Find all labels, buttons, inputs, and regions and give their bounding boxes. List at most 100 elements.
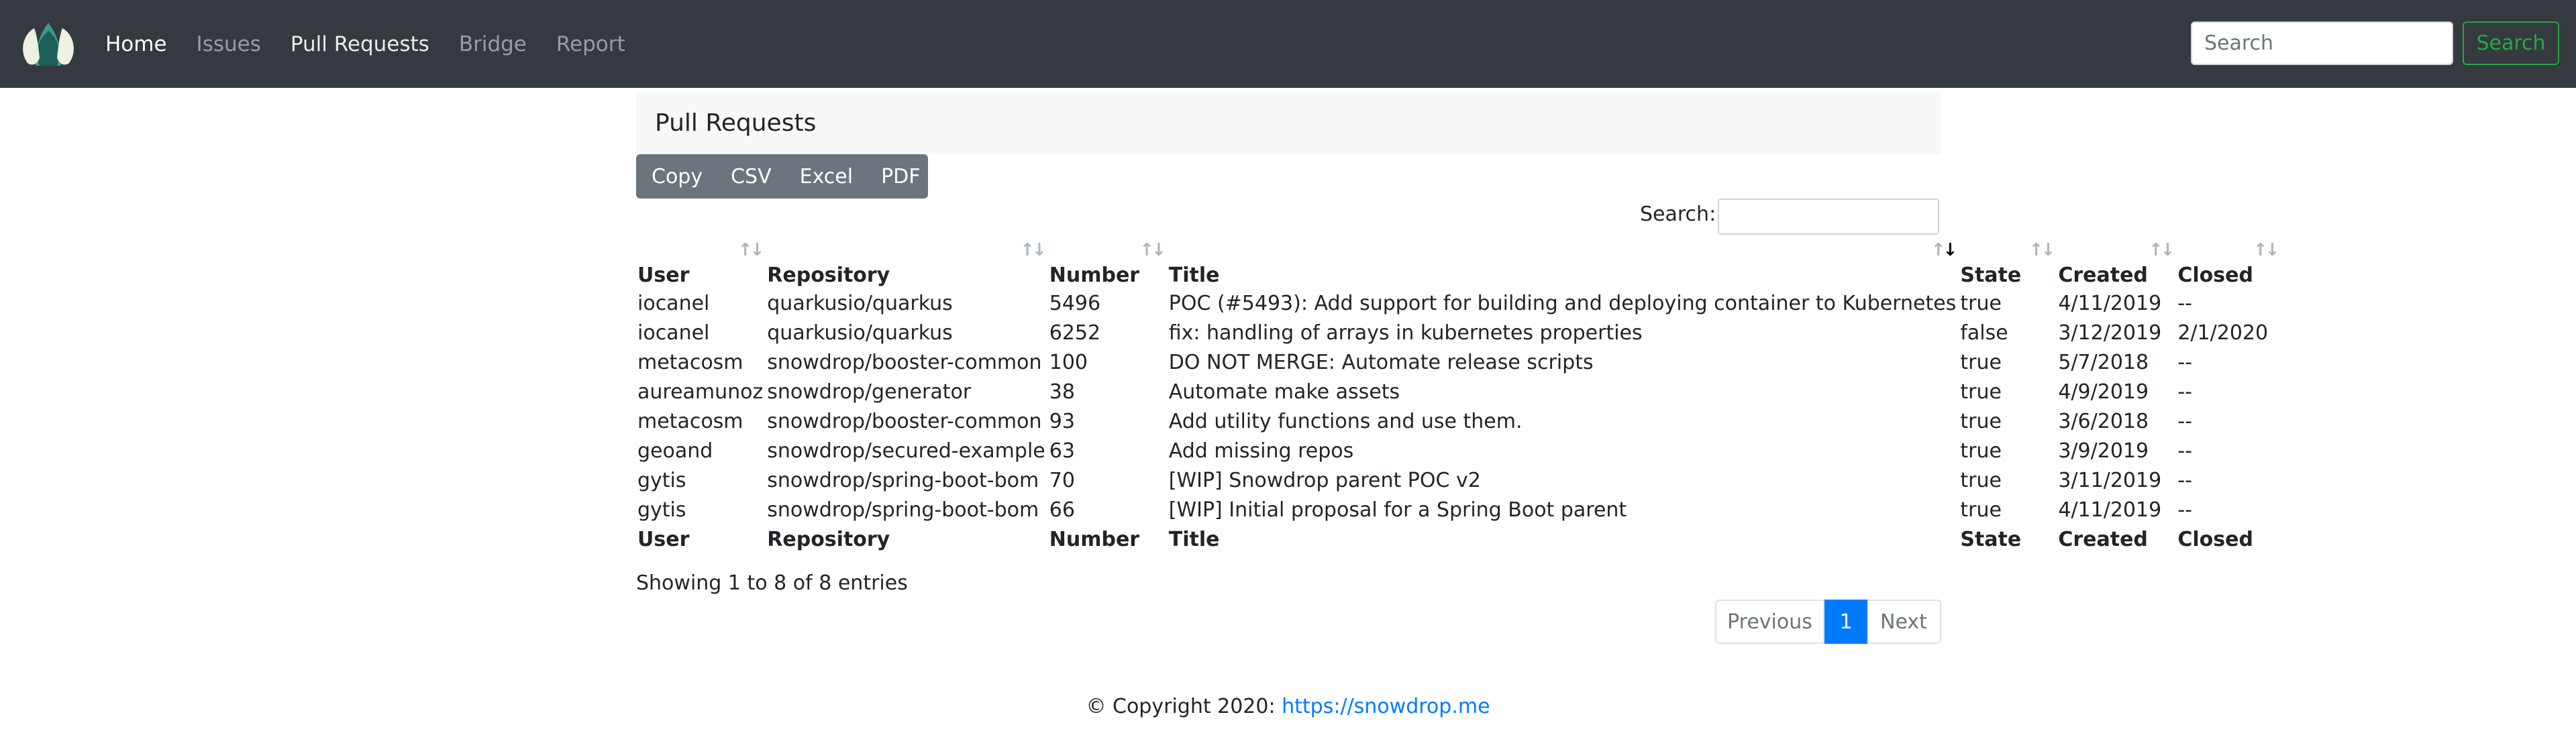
table-row: iocanel quarkusio/quarkus 6252 fix: handlin… <box>636 318 2281 347</box>
cell-title: POC (#5493): Add support for building an… <box>1168 291 1957 315</box>
cell-number: 63 <box>1049 439 1075 463</box>
cell-closed: -- <box>2177 380 2192 404</box>
cell-title: Add missing repos <box>1168 439 1354 463</box>
cell-title: [WIP] Initial proposal for a Spring Boot… <box>1168 498 1627 522</box>
cell-created: 3/9/2019 <box>2058 439 2149 463</box>
cell-repository: snowdrop/spring-boot-bom <box>767 498 1039 522</box>
table-row: metacosm snowdrop/booster-common 100 DO NOT… <box>636 347 2281 377</box>
cell-number: 93 <box>1049 409 1075 433</box>
column-header-repository[interactable]: Repository ↑↓ <box>766 240 1047 288</box>
nav-bridge[interactable]: Bridge <box>459 32 527 56</box>
nav-search-input[interactable] <box>2191 21 2453 65</box>
cell-user: gytis <box>637 468 686 492</box>
table-row: aureamunoz snowdrop/generator 38 Automate m… <box>636 377 2281 406</box>
column-header-state[interactable]: State ↑↓ <box>1959 240 2057 288</box>
column-header-number[interactable]: Number ↑↓ <box>1048 240 1168 288</box>
cell-number: 66 <box>1049 498 1075 522</box>
cell-title: Automate make assets <box>1168 380 1400 404</box>
snowdrop-logo-icon[interactable] <box>18 20 79 68</box>
cell-closed: -- <box>2177 409 2192 433</box>
sort-icon: ↑↓ <box>2148 240 2175 260</box>
table-row: gytis snowdrop/spring-boot-bom 70 [WIP] Sno… <box>636 465 2281 495</box>
cell-repository: quarkusio/quarkus <box>767 321 953 345</box>
column-footer-repository: Repository <box>767 527 890 551</box>
table-info: Showing 1 to 8 of 8 entries <box>636 571 908 595</box>
copyright-text: © Copyright 2020: <box>1086 695 1282 718</box>
nav-search-button[interactable]: Search <box>2463 21 2559 65</box>
column-header-label: Number <box>1049 264 1140 287</box>
excel-button[interactable]: Excel <box>800 165 853 188</box>
column-header-label: Repository <box>767 264 890 287</box>
cell-title: fix: handling of arrays in kubernetes pr… <box>1168 321 1643 345</box>
footer-link[interactable]: https://snowdrop.me <box>1282 695 1490 718</box>
table-search-input[interactable] <box>1718 199 1939 235</box>
cell-created: 3/12/2019 <box>2058 321 2162 345</box>
cell-user: iocanel <box>637 321 710 345</box>
cell-user: metacosm <box>637 350 743 374</box>
column-header-title[interactable]: Title ↑↓ <box>1168 240 1959 288</box>
cell-number: 100 <box>1049 350 1088 374</box>
cell-state: true <box>1960 380 2002 404</box>
cell-created: 5/7/2018 <box>2058 350 2149 374</box>
sort-icon: ↑↓ <box>1139 240 1166 260</box>
page-1-button[interactable]: 1 <box>1824 600 1867 644</box>
pdf-button[interactable]: PDF <box>881 165 920 188</box>
cell-created: 4/11/2019 <box>2058 291 2162 315</box>
nav-links: Home Issues Pull Requests Bridge Report <box>105 0 655 88</box>
cell-created: 4/9/2019 <box>2058 380 2149 404</box>
nav-report[interactable]: Report <box>556 32 625 56</box>
cell-state: true <box>1960 498 2002 522</box>
csv-button[interactable]: CSV <box>731 165 772 188</box>
navbar: Home Issues Pull Requests Bridge Report … <box>0 0 2576 88</box>
column-header-label: Closed <box>2177 264 2253 287</box>
cell-state: true <box>1960 350 2002 374</box>
sort-icon: ↑↓ <box>1020 240 1047 260</box>
cell-number: 70 <box>1049 468 1075 492</box>
cell-user: geoand <box>637 439 713 463</box>
cell-title: DO NOT MERGE: Automate release scripts <box>1168 350 1594 374</box>
column-header-created[interactable]: Created ↑↓ <box>2057 240 2176 288</box>
cell-number: 5496 <box>1049 291 1101 315</box>
column-header-label: User <box>637 264 690 287</box>
nav-pull-requests[interactable]: Pull Requests <box>291 32 429 56</box>
cell-state: true <box>1960 439 2002 463</box>
table-header-row: User ↑↓ Repository ↑↓ Number ↑↓ Title ↑↓ Sta… <box>636 240 2281 288</box>
cell-state: true <box>1960 468 2002 492</box>
column-header-closed[interactable]: Closed ↑↓ <box>2176 240 2281 288</box>
cell-closed: -- <box>2177 439 2192 463</box>
cell-repository: snowdrop/booster-common <box>767 409 1042 433</box>
nav-home[interactable]: Home <box>105 32 167 56</box>
cell-repository: snowdrop/secured-example <box>767 439 1045 463</box>
pull-requests-table: User ↑↓ Repository ↑↓ Number ↑↓ Title ↑↓ Sta… <box>636 240 2281 554</box>
column-header-label: Title <box>1168 264 1220 287</box>
cell-closed: -- <box>2177 291 2192 315</box>
cell-title: [WIP] Snowdrop parent POC v2 <box>1168 468 1481 492</box>
pagination: Previous 1 Next <box>1715 600 1941 644</box>
cell-created: 4/11/2019 <box>2058 498 2162 522</box>
table-search-label: Search: <box>1640 203 1716 226</box>
table-row: iocanel quarkusio/quarkus 5496 POC (#5493):… <box>636 288 2281 318</box>
cell-closed: -- <box>2177 468 2192 492</box>
sort-icon: ↑↓ <box>2253 240 2280 260</box>
cell-repository: snowdrop/booster-common <box>767 350 1042 374</box>
cell-closed: 2/1/2020 <box>2177 321 2269 345</box>
nav-issues[interactable]: Issues <box>197 32 261 56</box>
footer: © Copyright 2020: https://snowdrop.me <box>0 695 2576 718</box>
previous-page-button[interactable]: Previous <box>1715 600 1824 644</box>
export-button-group: Copy CSV Excel PDF <box>636 154 928 199</box>
sort-icon: ↑↓ <box>2028 240 2056 260</box>
table-row: metacosm snowdrop/booster-common 93 Add uti… <box>636 406 2281 436</box>
cell-user: metacosm <box>637 409 743 433</box>
cell-closed: -- <box>2177 350 2192 374</box>
column-footer-created: Created <box>2058 527 2148 551</box>
cell-closed: -- <box>2177 498 2192 522</box>
cell-created: 3/6/2018 <box>2058 409 2149 433</box>
copy-button[interactable]: Copy <box>652 165 703 188</box>
column-footer-number: Number <box>1049 527 1140 551</box>
cell-user: iocanel <box>637 291 710 315</box>
column-header-label: Created <box>2058 264 2148 287</box>
next-page-button[interactable]: Next <box>1867 600 1941 644</box>
cell-repository: quarkusio/quarkus <box>767 291 953 315</box>
cell-user: aureamunoz <box>637 380 764 404</box>
column-header-user[interactable]: User ↑↓ <box>636 240 766 288</box>
